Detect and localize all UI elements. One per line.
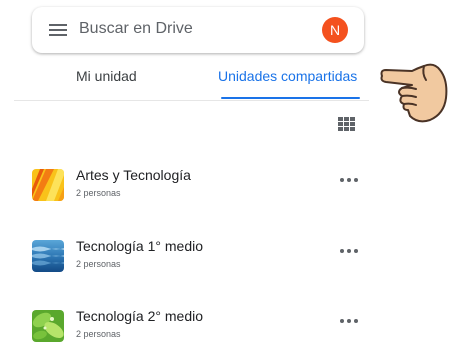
more-options-icon[interactable] <box>340 247 360 255</box>
pointing-hand-icon <box>378 58 451 130</box>
menu-icon[interactable] <box>49 24 67 36</box>
grid-view-icon[interactable] <box>338 117 356 131</box>
tab-shared-drives[interactable]: Unidades compartidas <box>218 68 357 84</box>
shared-drive-item[interactable]: Tecnología 1° medio 2 personas <box>30 238 360 278</box>
tabs-divider <box>14 100 369 101</box>
search-bar[interactable]: Buscar en Drive N <box>32 7 364 53</box>
tab-my-drive[interactable]: Mi unidad <box>76 68 137 84</box>
shared-drive-item[interactable]: Tecnología 2° medio 2 personas <box>30 308 360 348</box>
drive-members: 2 personas <box>76 329 121 339</box>
drive-name: Artes y Tecnología <box>76 167 191 183</box>
drive-name: Tecnología 2° medio <box>76 308 204 324</box>
drive-thumbnail <box>32 240 64 272</box>
more-options-icon[interactable] <box>340 317 360 325</box>
more-options-icon[interactable] <box>340 176 360 184</box>
drive-members: 2 personas <box>76 188 121 198</box>
active-tab-indicator <box>221 97 360 99</box>
shared-drive-item[interactable]: Artes y Tecnología 2 personas <box>30 167 360 207</box>
search-placeholder[interactable]: Buscar en Drive <box>79 20 193 38</box>
drive-members: 2 personas <box>76 259 121 269</box>
drive-thumbnail <box>32 310 64 342</box>
drive-thumbnail <box>32 169 64 201</box>
drive-name: Tecnología 1° medio <box>76 238 204 254</box>
avatar[interactable]: N <box>322 17 348 43</box>
